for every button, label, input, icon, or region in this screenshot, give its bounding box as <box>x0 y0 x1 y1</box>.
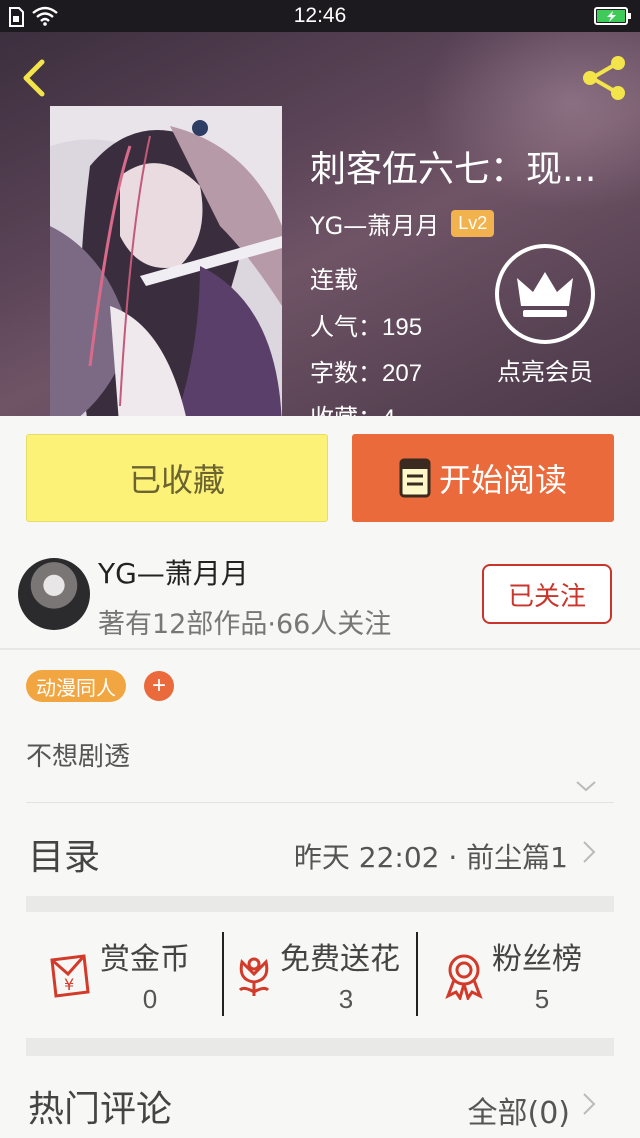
reward-coins-stat[interactable]: ¥ 赏金币 0 <box>26 914 222 1040</box>
free-flower-value: 3 <box>338 984 354 1014</box>
divider <box>0 648 640 650</box>
status-time: 12:46 <box>293 4 347 27</box>
table-of-contents-row[interactable]: 目录 昨天 22:02 · 前尘篇1 <box>0 806 640 896</box>
hot-comments-title: 热门评论 <box>28 1089 173 1130</box>
word-count-stat: 字数：207 <box>310 353 422 388</box>
status-bar: 12:46 <box>0 0 640 32</box>
vip-activate-button[interactable]: 点亮会员 <box>490 244 600 387</box>
fan-ranking-label: 粉丝榜 <box>492 942 582 977</box>
coin-envelope-icon: ¥ <box>50 954 90 998</box>
reward-coins-value: 0 <box>142 984 158 1014</box>
book-icon <box>399 458 431 498</box>
medal-icon <box>445 954 483 1000</box>
book-author-name[interactable]: YG—萧月月 <box>310 206 439 241</box>
author-avatar[interactable] <box>18 558 90 630</box>
word-count-value: 207 <box>382 360 423 387</box>
author-name[interactable]: YG—萧月月 <box>98 552 249 592</box>
vip-ring <box>495 244 595 344</box>
fan-ranking-stat[interactable]: 粉丝榜 5 <box>418 914 614 1040</box>
collected-button[interactable]: 已收藏 <box>26 434 328 522</box>
add-tag-button[interactable]: + <box>144 671 174 701</box>
favorites-stat: 收藏：4 <box>310 398 395 416</box>
hot-comments-row[interactable]: 热门评论 全部(0) <box>0 1056 640 1138</box>
favorites-value: 4 <box>382 405 395 416</box>
author-stats: 著有12部作品·66人关注 <box>98 609 392 640</box>
favorites-label: 收藏： <box>310 404 382 416</box>
book-author-line: YG—萧月月 Lv2 <box>310 206 495 241</box>
chevron-right-icon <box>583 1093 596 1115</box>
book-detail-card: 已收藏 开始阅读 YG—萧月月 著有12部作品·66人关注 已关注 动漫同人 +… <box>0 416 640 1138</box>
collected-label: 已收藏 <box>128 461 225 499</box>
fan-ranking-value: 5 <box>534 984 550 1014</box>
author-level-badge: Lv2 <box>451 209 495 237</box>
author-info-row[interactable]: YG—萧月月 著有12部作品·66人关注 已关注 <box>0 546 640 646</box>
all-comments-link[interactable]: 全部(0) <box>468 1088 571 1132</box>
expand-synopsis-icon[interactable] <box>574 778 598 794</box>
share-button[interactable] <box>578 52 630 104</box>
toc-title: 目录 <box>28 837 101 878</box>
follow-button[interactable]: 已关注 <box>482 564 612 624</box>
book-cover[interactable] <box>50 106 282 416</box>
divider <box>26 802 614 803</box>
word-count-label: 字数： <box>310 359 382 387</box>
start-reading-label: 开始阅读 <box>438 461 567 499</box>
book-header: 刺客伍六七：现... YG—萧月月 Lv2 连载 人气：195 字数：207 收… <box>0 32 640 416</box>
vip-label: 点亮会员 <box>497 358 593 386</box>
follow-label: 已关注 <box>507 581 586 612</box>
section-separator <box>26 1038 614 1056</box>
tag-anime-fanfic[interactable]: 动漫同人 <box>26 670 126 702</box>
flower-icon <box>238 957 270 996</box>
start-reading-button[interactable]: 开始阅读 <box>352 434 614 522</box>
interaction-stats: ¥ 赏金币 0 免费送花 3 粉丝榜 5 <box>26 914 614 1040</box>
battery-charging-icon <box>594 7 631 25</box>
book-status: 连载 <box>310 266 358 294</box>
popularity-label: 人气： <box>310 313 382 341</box>
toc-latest-chapter: 昨天 22:02 · 前尘篇1 <box>293 841 568 874</box>
free-flower-label: 免费送花 <box>280 942 400 977</box>
popularity-stat: 人气：195 <box>310 307 422 342</box>
crown-icon <box>517 272 573 317</box>
synopsis-text: 不想剧透 <box>26 742 131 772</box>
chevron-right-icon <box>583 841 596 863</box>
book-title: 刺客伍六七：现... <box>310 149 597 190</box>
reward-coins-label: 赏金币 <box>100 942 190 977</box>
free-flower-stat[interactable]: 免费送花 3 <box>224 914 416 1040</box>
svg-text:¥: ¥ <box>64 975 74 994</box>
section-separator <box>26 896 614 912</box>
back-button[interactable] <box>14 54 54 102</box>
popularity-value: 195 <box>382 314 423 341</box>
